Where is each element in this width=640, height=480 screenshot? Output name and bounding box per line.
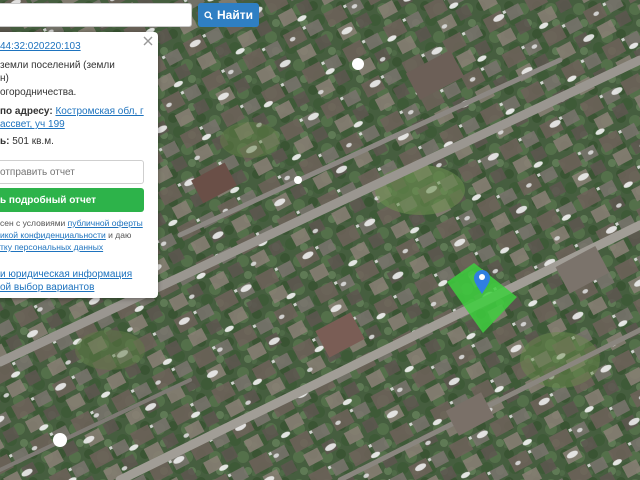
address-row: по адресу: Костромская обл, г <box>0 106 144 118</box>
area-row: ь: 501 кв.м. <box>0 136 54 148</box>
public-offer-link[interactable]: публичной оферты <box>68 218 143 228</box>
consent-text-1: сен с условиями <box>0 218 68 228</box>
personal-data-link[interactable]: тку персональных данных <box>0 242 103 252</box>
consent-text-2: и даю <box>105 230 132 240</box>
category-line-1: земли поселений (земли <box>0 60 115 71</box>
consent-line-3: тку персональных данных <box>0 242 103 254</box>
area-value: 501 кв.м. <box>12 136 54 147</box>
area-label: ь: <box>0 136 10 147</box>
address-label: по адресу: <box>0 106 53 117</box>
address-link-line-2[interactable]: ассвет, уч 199 <box>0 119 65 130</box>
privacy-policy-link[interactable]: икой конфиденциальности <box>0 230 106 240</box>
close-icon[interactable] <box>142 35 154 47</box>
cadastral-number-link[interactable]: 44:32:020220:103 <box>0 41 81 52</box>
send-report-input[interactable] <box>0 160 144 184</box>
options-link[interactable]: ой выбор вариантов <box>0 282 94 294</box>
search-input[interactable] <box>0 3 192 27</box>
legal-info-link[interactable]: и юридическая информация <box>0 269 132 281</box>
search-button-label: Найти <box>217 8 253 22</box>
category-line-2: н) <box>0 73 9 84</box>
parcel-info-panel: 44:32:020220:103 земли поселений (земли … <box>0 32 158 298</box>
address-row-2: ассвет, уч 199 <box>0 119 65 131</box>
consent-line-2: икой конфиденциальности и даю <box>0 230 131 242</box>
detailed-report-button[interactable]: ь подробный отчет <box>0 188 144 212</box>
address-link[interactable]: Костромская обл, г <box>55 106 143 117</box>
search-button[interactable]: Найти <box>198 3 259 27</box>
usage-text: огородничества. <box>0 87 77 98</box>
search-icon <box>204 10 213 20</box>
consent-line-1: сен с условиями публичной оферты <box>0 218 143 230</box>
